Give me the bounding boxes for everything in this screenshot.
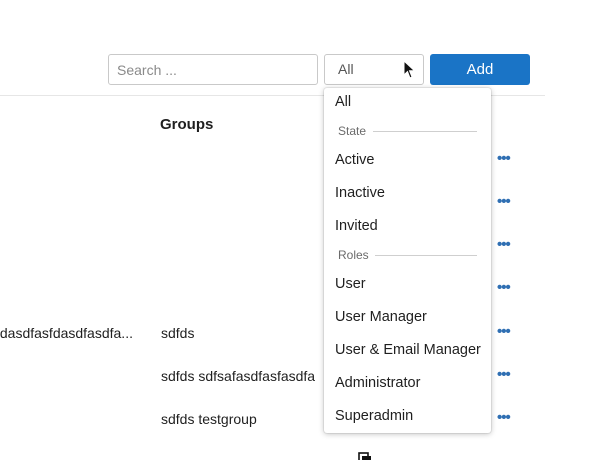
filter-select-value: All: [338, 61, 354, 77]
column-header-groups: Groups: [160, 116, 214, 133]
mouse-cursor-icon: [403, 60, 416, 79]
row-groups: sdfds: [161, 325, 195, 341]
row-groups: sdfds testgroup: [161, 411, 257, 427]
dropdown-option-invited[interactable]: Invited: [335, 218, 378, 234]
dropdown-option-user-email-manager[interactable]: User & Email Manager: [335, 342, 481, 358]
group-divider: [373, 131, 477, 132]
dropdown-option-active[interactable]: Active: [335, 152, 375, 168]
search-input[interactable]: [108, 54, 318, 85]
more-actions-icon[interactable]: •••: [497, 280, 511, 295]
more-actions-icon[interactable]: •••: [497, 237, 511, 252]
group-divider: [375, 255, 477, 256]
more-actions-icon[interactable]: •••: [497, 324, 511, 339]
more-actions-icon[interactable]: •••: [497, 367, 511, 382]
toolbar: All Add: [0, 0, 590, 96]
copy-icon[interactable]: [358, 452, 372, 460]
more-actions-icon[interactable]: •••: [497, 410, 511, 425]
dropdown-group-label-state: State: [338, 124, 367, 138]
row-groups: sdfds sdfsafasdfasfasdfa: [161, 368, 316, 384]
dropdown-option-superadmin[interactable]: Superadmin: [335, 408, 413, 424]
dropdown-option-user-manager[interactable]: User Manager: [335, 309, 427, 325]
filter-dropdown-menu: All State Active Inactive Invited Roles …: [324, 88, 491, 433]
dropdown-option-user[interactable]: User: [335, 276, 366, 292]
dropdown-group-label-roles: Roles: [338, 248, 369, 262]
dropdown-option-inactive[interactable]: Inactive: [335, 185, 385, 201]
more-actions-icon[interactable]: •••: [497, 151, 511, 166]
dropdown-option-administrator[interactable]: Administrator: [335, 375, 420, 391]
row-name: fdasdfasfdasdfasdfa...: [0, 325, 133, 341]
dropdown-option-all[interactable]: All: [335, 94, 351, 110]
more-actions-icon[interactable]: •••: [497, 194, 511, 209]
add-button[interactable]: Add: [430, 54, 530, 85]
